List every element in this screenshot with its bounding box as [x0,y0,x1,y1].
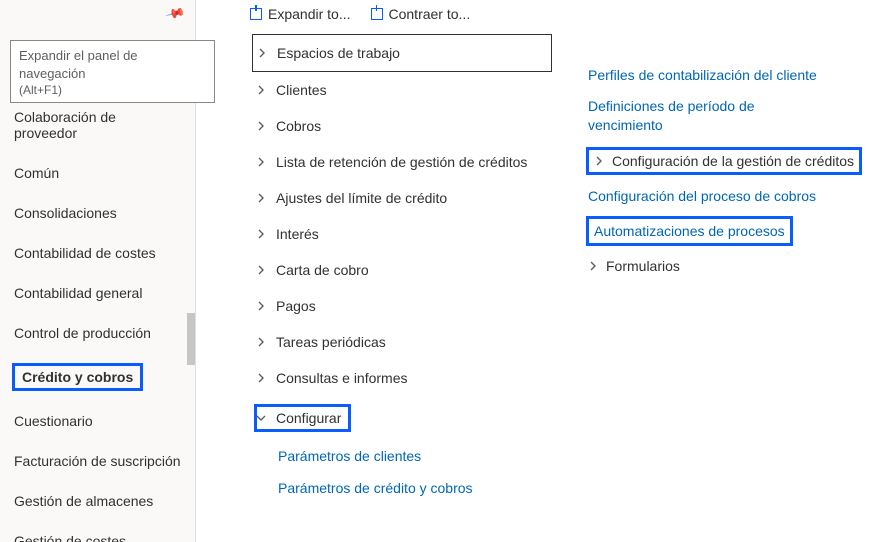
link-config-proceso-cobros[interactable]: Configuración del proceso de cobros [588,181,888,212]
right-column: Perfiles de contabilización del cliente … [588,6,888,542]
nav-tooltip: Expandir el panel de navegación (Alt+F1) [10,40,215,103]
collapse-all-label: Contraer to... [389,6,471,22]
tree-item[interactable]: Consultas e informes [252,360,552,396]
tree-item-label: Lista de retención de gestión de crédito… [276,154,527,170]
tree-column: Expandir to... Contraer to... Espacios d… [252,6,552,542]
tree-item[interactable]: Ajustes del límite de crédito [252,180,552,216]
pin-icon[interactable]: 📌 [164,3,186,25]
nav-item[interactable]: Gestión de almacenes [0,481,195,521]
tree-item[interactable]: Interés [252,216,552,252]
nav-scrollbar[interactable] [187,97,195,542]
chevron-right-icon [256,301,266,311]
expand-icon [250,8,262,20]
chevron-right-icon [256,193,266,203]
tree-item-label: Pagos [276,298,316,314]
chevron-right-icon [594,156,604,166]
tree-item-label: Carta de cobro [276,262,369,278]
nav-item[interactable]: Contabilidad general [0,273,195,313]
tree-item[interactable]: Pagos [252,288,552,324]
nav-item[interactable]: Cuestionario [0,401,195,441]
node-formularios-label: Formularios [606,258,680,274]
nav-item[interactable]: Gestión de costes [0,521,195,542]
sublink-parametros-credito[interactable]: Parámetros de crédito y cobros [252,472,552,504]
tree-configurar-label: Configurar [276,410,341,426]
link-automatizaciones[interactable]: Automatizaciones de procesos [588,212,888,251]
nav-item[interactable]: Facturación de suscripción [0,441,195,481]
tooltip-text: Expandir el panel de navegación [19,48,138,81]
node-formularios[interactable]: Formularios [588,250,888,282]
tree-item-label: Tareas periódicas [276,334,386,350]
tree-item[interactable]: Espacios de trabajo [252,34,552,72]
tree-item-label: Espacios de trabajo [277,45,400,61]
expand-all-label: Expandir to... [268,6,351,22]
tree-item[interactable]: Cobros [252,108,552,144]
tree-item-label: Cobros [276,118,321,134]
tree-item-label: Interés [276,226,319,242]
nav-item[interactable]: Común [0,153,195,193]
chevron-right-icon [256,85,266,95]
tree-item-label: Ajustes del límite de crédito [276,190,447,206]
nav-item[interactable]: Colaboración de proveedor [0,97,195,153]
chevron-right-icon [257,48,267,58]
nav-scroll-thumb[interactable] [187,313,195,365]
main: Expandir to... Contraer to... Espacios d… [196,0,888,542]
tree-item[interactable]: Clientes [252,72,552,108]
nav-list: Colaboración de proveedorComúnConsolidac… [0,97,195,542]
nav-item[interactable]: Crédito y cobros [0,353,195,401]
tree-item-label: Consultas e informes [276,370,408,386]
chevron-right-icon [256,121,266,131]
nav-item[interactable]: Consolidaciones [0,193,195,233]
chevron-right-icon [256,229,266,239]
sublink-parametros-clientes[interactable]: Parámetros de clientes [252,440,552,472]
nav-top: 📌 [0,0,195,33]
link-definiciones-periodo[interactable]: Definiciones de período de vencimiento [588,91,808,141]
nav-item-label: Crédito y cobros [14,365,141,389]
collapse-all-button[interactable]: Contraer to... [371,6,471,22]
tree-configurar[interactable]: Configurar [252,396,552,440]
nav-item[interactable]: Contabilidad de costes [0,233,195,273]
tree-item[interactable]: Carta de cobro [252,252,552,288]
tree-item[interactable]: Tareas periódicas [252,324,552,360]
expand-all-button[interactable]: Expandir to... [250,6,351,22]
chevron-down-icon [256,413,266,423]
link-perfiles-contabilizacion[interactable]: Perfiles de contabilización del cliente [588,60,888,91]
nav-item[interactable]: Control de producción [0,313,195,353]
tree-item[interactable]: Lista de retención de gestión de crédito… [252,144,552,180]
node-config-gestion-creditos[interactable]: Configuración de la gestión de créditos [588,141,888,181]
link-automatizaciones-label: Automatizaciones de procesos [588,218,791,245]
tooltip-shortcut: (Alt+F1) [19,82,62,98]
collapse-icon [371,8,383,20]
top-actions: Expandir to... Contraer to... [250,6,552,22]
chevron-right-icon [256,157,266,167]
tree-item-label: Clientes [276,82,327,98]
chevron-right-icon [588,261,598,271]
node-config-label: Configuración de la gestión de créditos [612,153,854,169]
chevron-right-icon [256,265,266,275]
chevron-right-icon [256,337,266,347]
chevron-right-icon [256,373,266,383]
nav-panel: 📌 Expandir el panel de navegación (Alt+F… [0,0,196,542]
